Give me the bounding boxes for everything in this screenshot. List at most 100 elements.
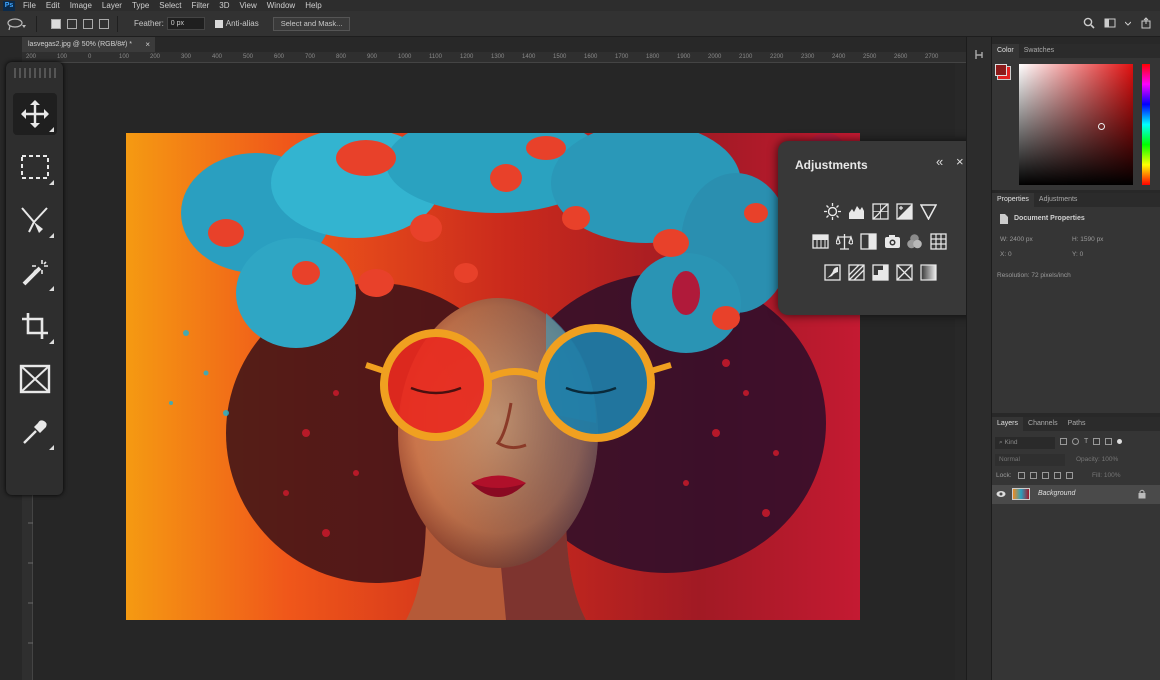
menu-help[interactable]: Help: [305, 1, 321, 10]
selective-color-icon[interactable]: [896, 264, 913, 281]
lock-pixels-icon[interactable]: [1018, 472, 1025, 479]
move-tool[interactable]: [13, 93, 57, 135]
antialias-checkbox[interactable]: [214, 19, 223, 28]
menu-select[interactable]: Select: [159, 1, 181, 10]
tab-swatches[interactable]: Swatches: [1019, 44, 1059, 58]
ruler-tick: 1100: [429, 54, 442, 60]
color-picker-handle[interactable]: [1098, 123, 1105, 130]
menu-type[interactable]: Type: [132, 1, 149, 10]
feather-input[interactable]: [166, 17, 205, 30]
foreground-color-swatch[interactable]: [995, 64, 1007, 76]
object-selection-tool[interactable]: [13, 199, 57, 241]
tab-paths[interactable]: Paths: [1063, 417, 1091, 431]
close-button[interactable]: ×: [956, 154, 964, 169]
ruler-tick: 800: [336, 54, 347, 60]
filter-toggle-icon[interactable]: [1117, 439, 1123, 444]
ruler-tick: 1500: [553, 54, 567, 60]
lock-position-icon[interactable]: [1042, 472, 1049, 479]
fill-value[interactable]: Fill: 100%: [1092, 472, 1121, 479]
ruler-tick: 2600: [894, 54, 908, 60]
share-icon[interactable]: [1140, 17, 1152, 29]
exposure-icon[interactable]: [896, 203, 913, 220]
channel-mixer-icon[interactable]: [906, 233, 923, 250]
divider: [117, 15, 118, 32]
select-and-mask-button[interactable]: Select and Mask...: [272, 16, 351, 31]
threshold-icon[interactable]: [872, 264, 889, 281]
ruler-tick: 200: [26, 54, 37, 60]
layer-name[interactable]: Background: [1038, 490, 1075, 497]
invert-icon[interactable]: [824, 264, 841, 281]
document-title: lasvegas2.jpg @ 50% (RGB/8#) *: [28, 41, 132, 48]
color-balance-icon[interactable]: [836, 233, 853, 250]
brightness-icon[interactable]: [824, 203, 841, 220]
menu-view[interactable]: View: [240, 1, 257, 10]
photoshop-window: Ps File Edit Image Layer Type Select Fil…: [0, 0, 1160, 680]
menu-filter[interactable]: Filter: [192, 1, 210, 10]
document-tab[interactable]: lasvegas2.jpg @ 50% (RGB/8#) * ×: [22, 37, 155, 52]
x-value[interactable]: X: 0: [1000, 251, 1012, 258]
hue-saturation-icon[interactable]: [812, 233, 829, 250]
subtract-selection-icon[interactable]: [83, 18, 93, 29]
ruler-tick: 700: [305, 54, 316, 60]
shape-filter-icon[interactable]: [1093, 438, 1101, 445]
history-icon[interactable]: [974, 49, 984, 59]
width-value[interactable]: W: 2400 px: [1000, 236, 1033, 243]
intersect-selection-icon[interactable]: [99, 18, 109, 29]
vibrance-icon[interactable]: [920, 203, 937, 220]
type-filter-icon[interactable]: T: [1084, 438, 1088, 445]
menu-3d[interactable]: 3D: [219, 1, 229, 10]
tab-properties[interactable]: Properties: [992, 193, 1034, 207]
tab-adjustments[interactable]: Adjustments: [1034, 193, 1083, 207]
tab-channels[interactable]: Channels: [1023, 417, 1063, 431]
crop-icon: [22, 313, 48, 339]
menu-window[interactable]: Window: [267, 1, 295, 10]
posterize-icon[interactable]: [848, 264, 865, 281]
height-value[interactable]: H: 1590 px: [1072, 236, 1103, 243]
menu-file[interactable]: File: [23, 1, 36, 10]
menu-edit[interactable]: Edit: [46, 1, 60, 10]
menu-image[interactable]: Image: [70, 1, 92, 10]
color-lookup-icon[interactable]: [930, 233, 947, 250]
panel-grip[interactable]: [14, 68, 56, 78]
lock-artboard-icon[interactable]: [1054, 472, 1061, 479]
lock-all-icon[interactable]: [1066, 472, 1073, 479]
layer-row-background[interactable]: Background: [992, 485, 1160, 504]
lasso-preset-icon[interactable]: [6, 17, 28, 31]
close-tab-button[interactable]: ×: [145, 40, 150, 49]
layer-filter-input[interactable]: ⌕ Kind: [995, 437, 1055, 449]
ruler-tick: 1300: [491, 54, 505, 60]
eyedropper-tool[interactable]: [13, 411, 57, 453]
collapse-button[interactable]: «: [936, 154, 943, 169]
crop-tool[interactable]: [13, 305, 57, 347]
lock-image-icon[interactable]: [1030, 472, 1037, 479]
adjustments-title: Adjustments: [795, 158, 868, 172]
color-picker-field[interactable]: [1019, 64, 1133, 185]
rect-marquee-tool[interactable]: [13, 146, 57, 188]
chevron-down-icon[interactable]: [1125, 17, 1131, 29]
workspace-icon[interactable]: [1104, 17, 1116, 29]
pixel-filter-icon[interactable]: [1060, 438, 1067, 445]
search-icon[interactable]: [1083, 17, 1095, 29]
add-selection-icon[interactable]: [67, 18, 77, 29]
opacity-value[interactable]: Opacity: 100%: [1076, 456, 1118, 463]
photo-filter-icon[interactable]: [884, 233, 901, 250]
visibility-eye-icon[interactable]: [996, 490, 1006, 498]
tab-layers[interactable]: Layers: [992, 417, 1024, 431]
new-selection-icon[interactable]: [51, 18, 61, 29]
black-white-icon[interactable]: [860, 233, 877, 250]
blend-mode-select[interactable]: Normal: [995, 454, 1065, 466]
layer-thumbnail: [1012, 488, 1030, 500]
magic-wand-tool[interactable]: [13, 252, 57, 294]
tab-color[interactable]: Color: [992, 44, 1019, 58]
curves-icon[interactable]: [872, 203, 889, 220]
levels-icon[interactable]: [848, 203, 865, 220]
app-logo: Ps: [3, 0, 15, 11]
frame-tool[interactable]: [13, 358, 57, 400]
smart-object-filter-icon[interactable]: [1105, 438, 1113, 445]
hue-slider[interactable]: [1142, 64, 1150, 185]
y-value[interactable]: Y: 0: [1072, 251, 1083, 258]
adjustment-filter-icon[interactable]: [1072, 438, 1079, 445]
document-image[interactable]: [126, 133, 860, 620]
menu-layer[interactable]: Layer: [102, 1, 122, 10]
gradient-map-icon[interactable]: [920, 264, 937, 281]
